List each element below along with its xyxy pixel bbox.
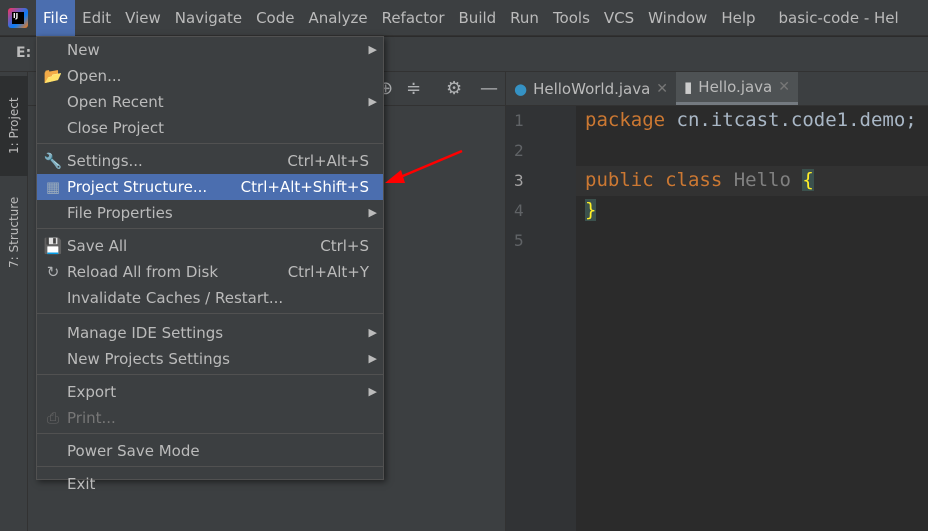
item-label: Manage IDE Settings [67,324,224,342]
structure-tool-tab[interactable]: 7: Structure [0,182,28,282]
menu-bar: IJ File Edit View Navigate Code Analyze … [0,0,928,36]
shortcut: Ctrl+Alt+Shift+S [240,178,369,196]
menu-item-file-properties[interactable]: File Properties ▶ [37,200,383,226]
menu-navigate[interactable]: Navigate [168,0,249,36]
menu-item-save-all[interactable]: 💾 Save All Ctrl+S [37,233,383,259]
menu-edit[interactable]: Edit [75,0,118,36]
menu-run[interactable]: Run [503,0,546,36]
menu-item-export[interactable]: Export ▶ [37,379,383,405]
class-name: Hello [722,169,803,191]
item-label: New Projects Settings [67,350,230,368]
code-line-4[interactable]: } [585,199,597,221]
close-icon[interactable]: ✕ [778,79,790,95]
tab-label: Hello.java [698,78,773,96]
menu-item-open[interactable]: 📂 Open... [37,63,383,89]
menu-item-close-project[interactable]: Close Project [37,115,383,141]
menu-item-invalidate-caches[interactable]: Invalidate Caches / Restart... [37,285,383,311]
minimize-icon[interactable]: — [480,78,498,99]
submenu-arrow-icon: ▶ [368,352,377,365]
item-label: Invalidate Caches / Restart... [67,289,284,307]
submenu-arrow-icon: ▶ [368,326,377,339]
item-label: Open... [67,67,122,85]
submenu-arrow-icon: ▶ [368,95,377,108]
print-icon: ⎙ [46,409,59,427]
keyword: public class [585,169,723,191]
item-label: Save All [67,237,128,255]
java-class-icon: ● [514,79,528,98]
line-number: 5 [514,231,524,250]
menu-tools[interactable]: Tools [546,0,597,36]
menu-item-reload[interactable]: ↻ Reload All from Disk Ctrl+Alt+Y [37,259,383,285]
menu-refactor[interactable]: Refactor [375,0,452,36]
reload-icon: ↻ [46,263,60,281]
window-title: basic-code - Hel [778,8,899,27]
package-name: cn.itcast.code1.demo; [665,109,917,131]
shortcut: Ctrl+S [320,237,369,255]
editor: ● HelloWorld.java ✕ ▮ Hello.java ✕ 1 2 3 4 5… [506,72,928,531]
shortcut: Ctrl+Alt+Y [287,263,369,281]
menu-item-new-projects-settings[interactable]: New Projects Settings ▶ [37,346,383,372]
menu-item-project-structure[interactable]: ▦ Project Structure... Ctrl+Alt+Shift+S [37,174,383,200]
item-label: Exit [67,475,96,493]
menu-item-settings[interactable]: 🔧 Settings... Ctrl+Alt+S [37,148,383,174]
menu-item-exit[interactable]: Exit [37,471,383,497]
java-file-icon: ▮ [684,78,693,96]
menu-file[interactable]: File [36,0,76,36]
item-label: Print... [67,409,116,427]
menu-view[interactable]: View [118,0,168,36]
menu-code[interactable]: Code [249,0,301,36]
item-label: Close Project [67,119,164,137]
line-number: 4 [514,201,524,220]
tab-hello[interactable]: ▮ Hello.java ✕ [676,72,798,105]
keyword: package [585,109,666,131]
item-label: File Properties [67,204,173,222]
line-number: 3 [514,171,524,190]
tab-helloworld[interactable]: ● HelloWorld.java ✕ [506,72,676,105]
menu-item-new[interactable]: New ▶ [37,37,383,63]
code-line-1[interactable]: package cn.itcast.code1.demo; [585,109,917,131]
editor-tabs: ● HelloWorld.java ✕ ▮ Hello.java ✕ [506,72,928,106]
menu-vcs[interactable]: VCS [597,0,641,36]
item-label: Settings... [67,152,143,170]
item-label: Project Structure... [67,178,208,196]
submenu-arrow-icon: ▶ [368,206,377,219]
project-structure-icon: ▦ [45,178,61,196]
line-number: 1 [514,111,524,130]
menu-analyze[interactable]: Analyze [301,0,374,36]
menu-help[interactable]: Help [714,0,762,36]
left-tool-stripe: 1: Project 7: Structure [0,72,28,531]
tab-label: HelloWorld.java [533,79,651,98]
item-label: Export [67,383,117,401]
item-label: Reload All from Disk [67,263,219,281]
wrench-icon: 🔧 [43,152,63,170]
code-line-3[interactable]: public class Hello { [585,169,814,191]
folder-open-icon: 📂 [43,67,63,85]
item-label: Power Save Mode [67,442,200,460]
menu-window[interactable]: Window [641,0,714,36]
brace: } [585,199,597,221]
menu-item-print: ⎙ Print... [37,405,383,431]
submenu-arrow-icon: ▶ [368,385,377,398]
brace: { [802,169,814,191]
collapse-all-icon[interactable]: ≑ [406,78,421,99]
breadcrumb[interactable]: E: [16,45,31,61]
submenu-arrow-icon: ▶ [368,43,377,56]
intellij-logo-icon: IJ [0,0,36,36]
project-tool-tab[interactable]: 1: Project [0,76,28,176]
menu-item-power-save-mode[interactable]: Power Save Mode [37,438,383,464]
separator [37,313,383,320]
item-label: Open Recent [67,93,164,111]
close-icon[interactable]: ✕ [656,81,668,97]
gutter: 1 2 3 4 5 [506,106,576,531]
shortcut: Ctrl+Alt+S [287,152,369,170]
file-menu-dropdown: New ▶ 📂 Open... Open Recent ▶ Close Project… [36,36,384,493]
menu-item-open-recent[interactable]: Open Recent ▶ [37,89,383,115]
line-number: 2 [514,141,524,160]
item-label: New [67,41,100,59]
menu-build[interactable]: Build [452,0,504,36]
menu-item-manage-ide-settings[interactable]: Manage IDE Settings ▶ [37,320,383,346]
save-icon: 💾 [43,237,63,255]
gear-icon[interactable]: ⚙ [446,78,462,99]
